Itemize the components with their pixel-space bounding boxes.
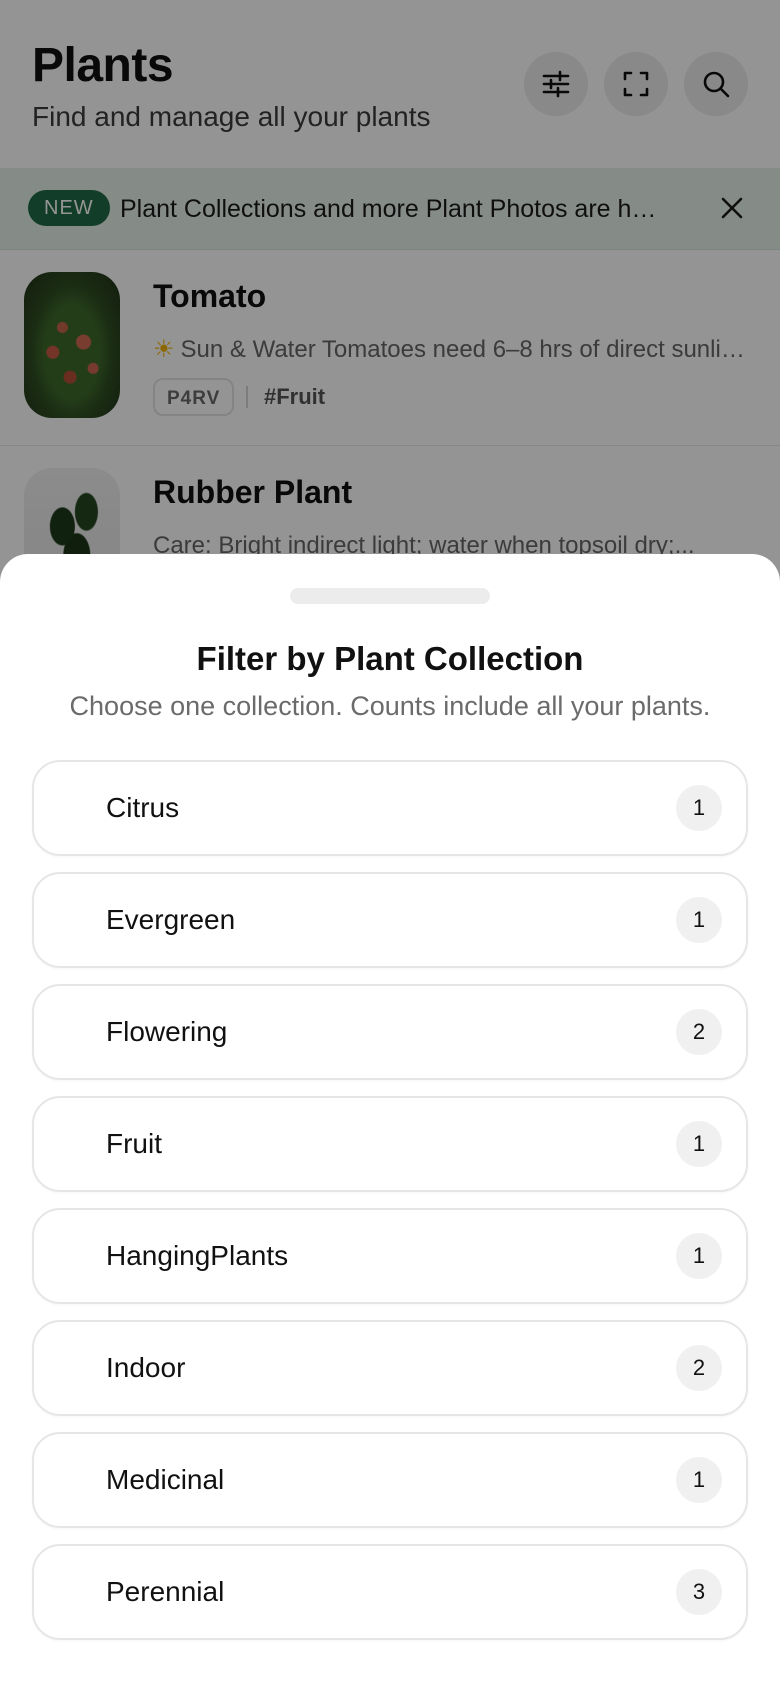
count-badge: 1: [676, 897, 722, 943]
collection-label: Fruit: [106, 1128, 162, 1159]
collection-option-perennial[interactable]: Perennial 3: [32, 1544, 748, 1640]
count-badge: 2: [676, 1009, 722, 1055]
collection-label: Indoor: [106, 1352, 186, 1383]
count-badge: 1: [676, 785, 722, 831]
collection-option-medicinal[interactable]: Medicinal 1: [32, 1432, 748, 1528]
collection-label: Medicinal: [106, 1464, 225, 1495]
count-badge: 1: [676, 1121, 722, 1167]
collection-label: Citrus: [106, 792, 180, 823]
collection-label: Flowering: [106, 1016, 228, 1047]
collection-option-indoor[interactable]: Indoor 2: [32, 1320, 748, 1416]
count-badge: 2: [676, 1345, 722, 1391]
collection-option-citrus[interactable]: Citrus 1: [32, 760, 748, 856]
count-badge: 1: [676, 1233, 722, 1279]
sheet-drag-handle[interactable]: [290, 588, 490, 604]
collection-option-flowering[interactable]: Flowering 2: [32, 984, 748, 1080]
collection-option-fruit[interactable]: Fruit 1: [32, 1096, 748, 1192]
collection-list: Citrus 1 Evergreen 1 Flowering 2 Fruit 1…: [32, 760, 748, 1656]
count-badge: 3: [676, 1569, 722, 1615]
collection-label: Perennial: [106, 1576, 225, 1607]
sheet-title: Filter by Plant Collection: [196, 640, 584, 677]
collection-label: Evergreen: [106, 904, 236, 935]
count-badge: 1: [676, 1457, 722, 1503]
collection-label: HangingPlants: [106, 1240, 289, 1271]
sheet-subtitle: Choose one collection. Counts include al…: [69, 691, 711, 721]
collection-option-hangingplants[interactable]: HangingPlants 1: [32, 1208, 748, 1304]
filter-bottom-sheet: Filter by Plant Collection Choose one co…: [0, 554, 780, 1688]
collection-option-evergreen[interactable]: Evergreen 1: [32, 872, 748, 968]
